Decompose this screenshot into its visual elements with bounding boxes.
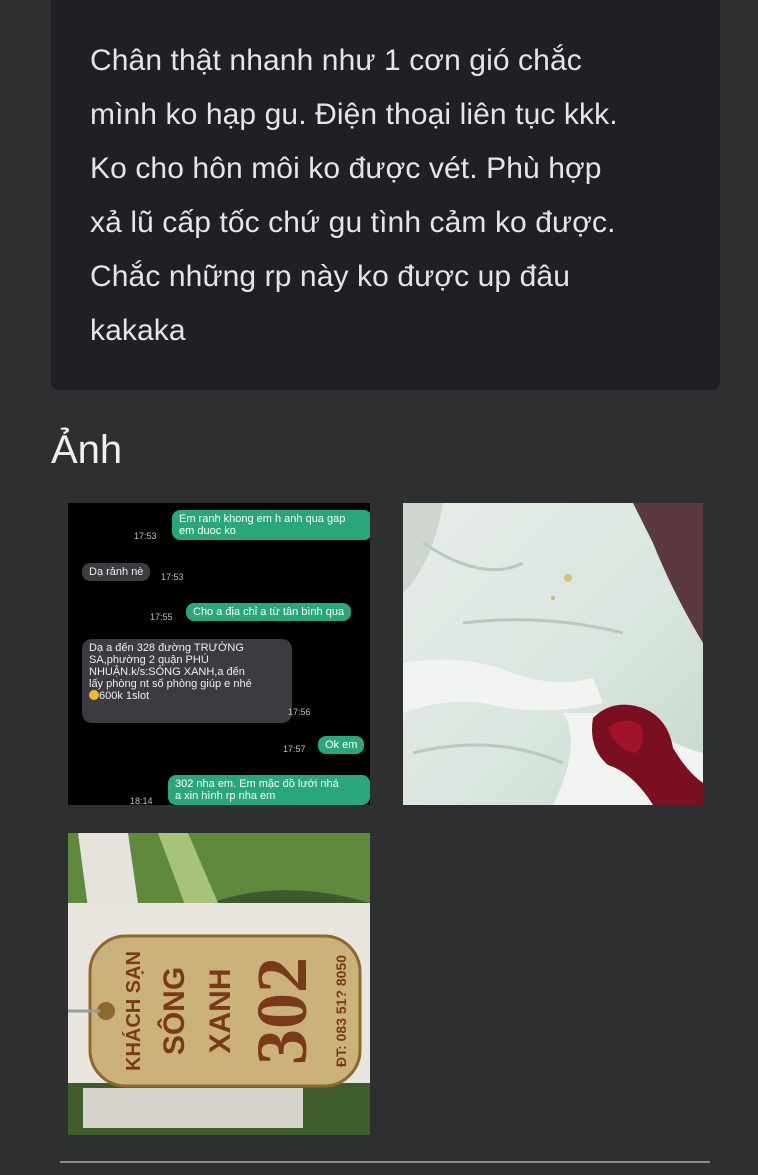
key-tag-label: SÔNG [157,967,191,1055]
review-line: Ko cho hôn môi ko được vét. Phù hợp [90,152,602,185]
chat-text: a xin hình rp nha em [175,790,276,802]
chat-timestamp: 17:55 [150,612,173,622]
photo-chat-screenshot[interactable]: Em ranh khong em h anh qua gap em duoc k… [68,503,370,805]
key-tag-phone: ĐT: 083 51? 8050 [333,955,349,1067]
chat-bubble-outgoing: Em ranh khong em h anh qua gap em duoc k… [172,510,370,540]
chat-text: SA,phường 2 quận PHÚ [89,654,209,666]
chat-text-line: 600k 1slot [89,690,285,702]
photo-hotel-key-tag[interactable]: KHÁCH SẠN SÔNG XANH 302 ĐT: 083 51? 8050 [68,833,370,1135]
chat-timestamp: 17:53 [161,572,184,582]
review-line: mình ko hạp gu. Điện thoại liên tục kkk. [90,98,618,131]
chat-text: Dạ a đến 328 đường TRƯỜNG [89,642,244,654]
divider [60,1161,710,1163]
key-tag-label: XANH [204,968,237,1053]
review-text: Chân thật nhanh như 1 cơn gió chắc mình … [90,34,700,358]
key-tag-image: KHÁCH SẠN SÔNG XANH 302 ĐT: 083 51? 8050 [68,833,370,1135]
chat-timestamp: 18:14 [130,796,153,805]
chat-text: 600k 1slot [99,690,150,702]
chat-bubble-outgoing: Cho a địa chỉ a từ tân bình qua [186,603,352,621]
bed-sheet-image [403,503,703,805]
chat-text: NHUẬN.k/s:SÔNG XANH,a đến [89,666,245,678]
chat-timestamp: 17:53 [134,531,157,541]
chat-bubble-outgoing: 302 nha em. Em mặc đồ lưới nhá a xin hìn… [168,775,370,805]
chat-text: 302 nha em. Em mặc đồ lưới nhá [175,778,339,790]
chat-text: lấy phòng nt số phòng giúp e nhé [89,678,252,690]
photos-section-title: Ảnh [51,428,123,472]
room-number: 302 [242,957,322,1065]
emoji-icon [89,690,99,700]
review-line: xả lũ cấp tốc chứ gu tình cảm ko được. [90,206,616,239]
review-card: Chân thật nhanh như 1 cơn gió chắc mình … [51,0,720,390]
key-tag-label: KHÁCH SẠN [122,951,145,1071]
page: Chân thật nhanh như 1 cơn gió chắc mình … [0,0,758,1175]
chat-timestamp: 17:56 [288,707,311,717]
chat-text: em duoc ko [179,525,236,537]
chat-bubble-incoming: Dạ a đến 328 đường TRƯỜNG SA,phường 2 qu… [82,639,292,723]
review-line: Chân thật nhanh như 1 cơn gió chắc [90,44,582,77]
chat-timestamp: 17:57 [283,744,306,754]
review-line: Chắc những rp này ko được up đâu [90,260,570,293]
chat-text: Em ranh khong em h anh qua gap [179,513,346,525]
photo-bed-sheets[interactable] [403,503,703,805]
review-line: kakaka [90,314,186,347]
chat-bubble-outgoing: Ok em [318,736,365,754]
chat-bubble-incoming: Dạ rảnh nè [82,563,151,581]
